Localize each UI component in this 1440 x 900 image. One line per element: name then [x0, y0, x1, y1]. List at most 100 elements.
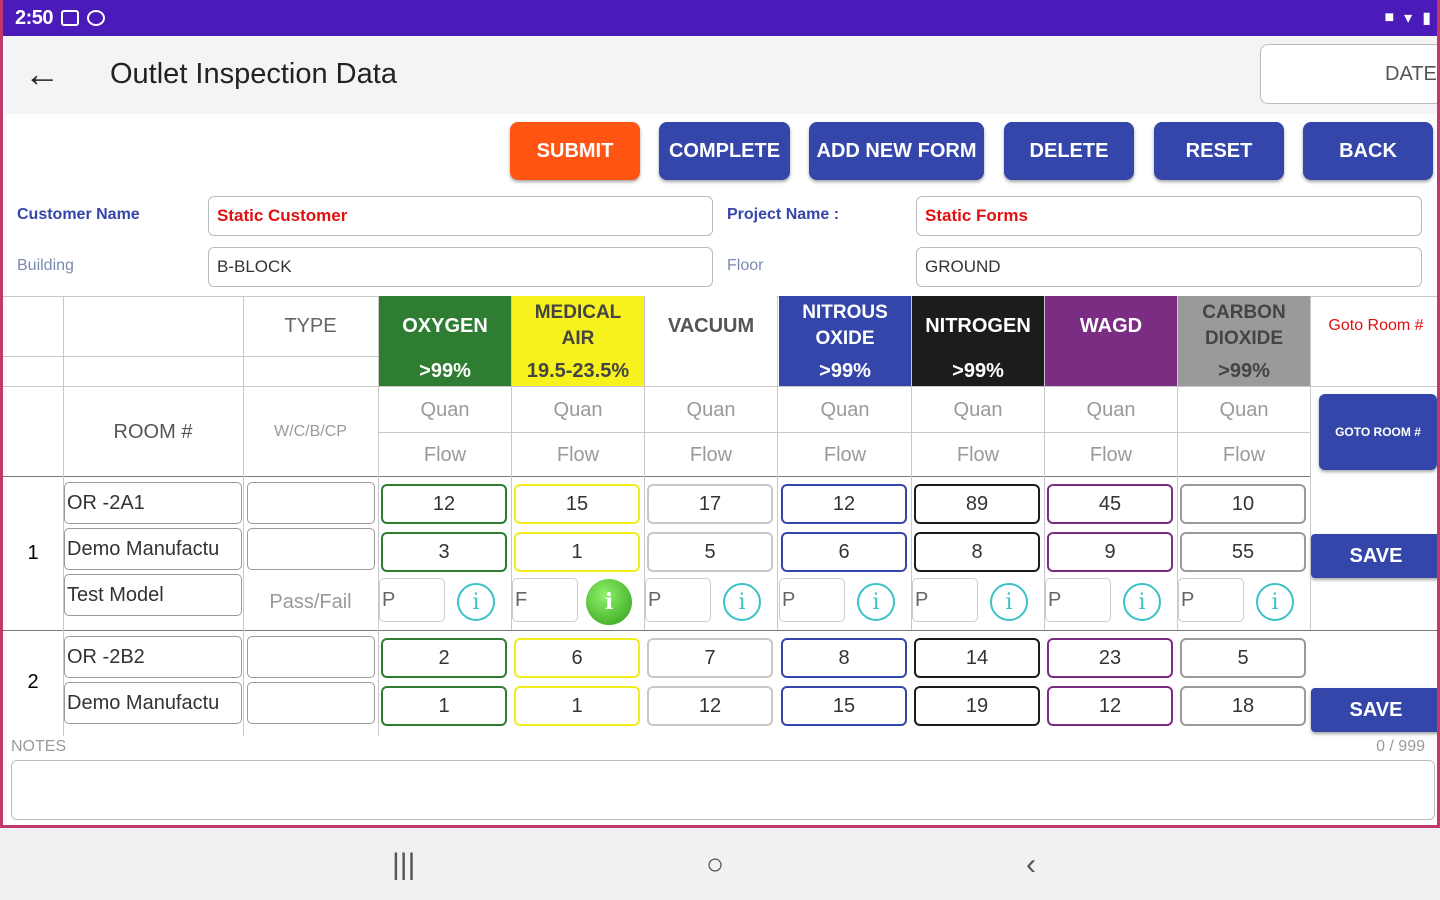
type-field[interactable] — [247, 682, 375, 724]
column-divider — [1310, 296, 1311, 630]
flow-input[interactable]: 18 — [1180, 686, 1306, 726]
status-bar: 2:50 ■ ▾ ▮ — [3, 0, 1437, 36]
gas-spec: >99% — [379, 356, 511, 386]
date-field[interactable]: DATE — [1260, 44, 1437, 104]
building-label: Building — [17, 257, 74, 274]
quan-input[interactable]: 17 — [647, 484, 773, 524]
pass-fail-input[interactable]: P — [779, 578, 845, 622]
add-new-form-button[interactable]: ADD NEW FORM — [809, 122, 984, 180]
pass-fail-input[interactable]: P — [1045, 578, 1111, 622]
flow-input[interactable]: 55 — [1180, 532, 1306, 572]
pass-fail-input[interactable]: P — [379, 578, 445, 622]
quan-input[interactable]: 12 — [381, 484, 507, 524]
flow-input[interactable]: 9 — [1047, 532, 1173, 572]
flow-input[interactable]: 8 — [914, 532, 1040, 572]
info-icon[interactable]: i — [990, 583, 1028, 621]
quan-input[interactable]: 7 — [647, 638, 773, 678]
flow-input[interactable]: 3 — [381, 532, 507, 572]
room-field[interactable]: OR -2B2 — [64, 636, 242, 678]
recent-apps-icon[interactable]: ||| — [392, 848, 415, 882]
quan-input[interactable]: 6 — [514, 638, 640, 678]
goto-room-button[interactable]: GOTO ROOM # — [1319, 394, 1437, 470]
column-divider — [777, 296, 778, 630]
flow-label: Flow — [689, 443, 733, 466]
quan-label: Quan — [820, 399, 870, 421]
pass-fail-input[interactable]: P — [645, 578, 711, 622]
quan-input[interactable]: 14 — [914, 638, 1040, 678]
info-icon[interactable]: i — [723, 583, 761, 621]
lock-icon: ■ — [1384, 9, 1395, 26]
flow-input[interactable]: 6 — [781, 532, 907, 572]
save-button[interactable]: SAVE — [1311, 688, 1437, 732]
quan-input[interactable]: 23 — [1047, 638, 1173, 678]
pass-fail-label: Pass/Fail — [269, 591, 352, 613]
quan-input[interactable]: 2 — [381, 638, 507, 678]
notes-counter: 0 / 999 — [1376, 738, 1425, 755]
gas-spec: >99% — [912, 356, 1044, 386]
notes-label: NOTES — [11, 738, 67, 755]
reset-button[interactable]: RESET — [1154, 122, 1284, 180]
goto-room-header: Goto Room # — [1328, 317, 1424, 334]
gas-spec — [1045, 356, 1177, 386]
room-field[interactable]: OR -2A1 — [64, 482, 242, 524]
quan-input[interactable]: 5 — [1180, 638, 1306, 678]
back-arrow-icon[interactable]: ← — [24, 56, 60, 92]
quan-input[interactable]: 10 — [1180, 484, 1306, 524]
manufacturer-field[interactable]: Demo Manufactu — [64, 528, 242, 570]
info-icon[interactable]: i — [1256, 583, 1294, 621]
type-field[interactable] — [247, 528, 375, 570]
flow-input[interactable]: 5 — [647, 532, 773, 572]
quan-input[interactable]: 15 — [514, 484, 640, 524]
submit-button[interactable]: SUBMIT — [510, 122, 640, 180]
status-icons: ■ ▾ ▮ — [1384, 8, 1431, 28]
type-field[interactable] — [247, 636, 375, 678]
flow-input[interactable]: 12 — [1047, 686, 1173, 726]
gas-header: WAGD — [1045, 296, 1177, 356]
project-name-label: Project Name : — [727, 206, 840, 223]
flow-input[interactable]: 1 — [514, 686, 640, 726]
wifi-icon: ▾ — [1404, 10, 1413, 27]
flow-input[interactable]: 1 — [514, 532, 640, 572]
back-button[interactable]: BACK — [1303, 122, 1433, 180]
info-icon[interactable]: i — [457, 583, 495, 621]
quan-input[interactable]: 89 — [914, 484, 1040, 524]
app-window: 2:50 ■ ▾ ▮ ← Outlet Inspection Data DATE… — [0, 0, 1440, 828]
gas-spec: 19.5-23.5% — [512, 356, 644, 386]
delete-button[interactable]: DELETE — [1004, 122, 1134, 180]
complete-button[interactable]: COMPLETE — [659, 122, 790, 180]
gas-spec: >99% — [779, 356, 911, 386]
model-field[interactable]: Test Model — [64, 574, 242, 616]
android-nav-bar: ||| ○ ‹ — [0, 828, 1440, 900]
flow-input[interactable]: 15 — [781, 686, 907, 726]
pass-fail-input[interactable]: F — [512, 578, 578, 622]
system-back-icon[interactable]: ‹ — [1026, 848, 1036, 882]
room-header: ROOM # — [113, 421, 193, 443]
quan-input[interactable]: 8 — [781, 638, 907, 678]
flow-input[interactable]: 1 — [381, 686, 507, 726]
row-number: 1 — [27, 542, 39, 564]
info-icon[interactable]: i — [857, 583, 895, 621]
pass-fail-input[interactable]: P — [1178, 578, 1244, 622]
info-icon[interactable]: i — [586, 579, 632, 625]
info-icon[interactable]: i — [1123, 583, 1161, 621]
save-button[interactable]: SAVE — [1311, 534, 1437, 578]
pass-fail-input[interactable]: P — [912, 578, 978, 622]
flow-input[interactable]: 12 — [647, 686, 773, 726]
home-icon[interactable]: ○ — [706, 848, 724, 882]
flow-label: Flow — [1089, 443, 1133, 466]
customer-name-field[interactable]: Static Customer — [208, 196, 713, 236]
type-field[interactable] — [247, 482, 375, 524]
flow-label: Flow — [823, 443, 867, 466]
status-time: 2:50 — [15, 6, 54, 29]
building-field[interactable]: B-BLOCK — [208, 247, 713, 287]
notes-field[interactable] — [11, 760, 1435, 820]
quan-label: Quan — [686, 399, 736, 421]
quan-input[interactable]: 45 — [1047, 484, 1173, 524]
gas-header: OXYGEN — [379, 296, 511, 356]
quan-input[interactable]: 12 — [781, 484, 907, 524]
floor-field[interactable]: GROUND — [916, 247, 1422, 287]
flow-input[interactable]: 19 — [914, 686, 1040, 726]
gas-header: VACUUM — [645, 296, 777, 356]
project-name-field[interactable]: Static Forms — [916, 196, 1422, 236]
manufacturer-field[interactable]: Demo Manufactu — [64, 682, 242, 724]
